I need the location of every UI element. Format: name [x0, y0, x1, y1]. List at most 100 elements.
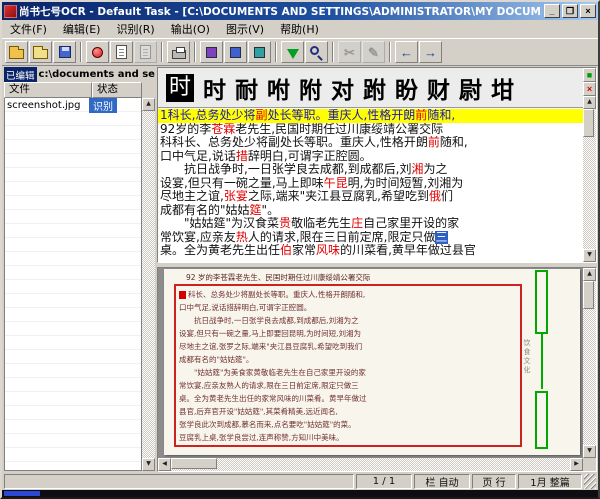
candidate-char[interactable]: 坩 [491, 71, 514, 105]
file-list-header: 文件 状态 [4, 82, 142, 98]
image-vertical-scrollbar[interactable]: ▲ ▼ [583, 268, 596, 458]
candidate-char[interactable]: 跗 [363, 71, 386, 105]
scroll-down-icon[interactable]: ▼ [142, 458, 155, 471]
scroll-up-icon[interactable]: ▲ [142, 98, 155, 111]
status-cell: 栏 自动 [414, 474, 470, 489]
ocr-line: 常饮宴,应亲友热人的请求,限在三日前定席,限定只做三 [158, 231, 583, 245]
candidate-char[interactable]: 尉 [459, 71, 482, 105]
recognize-page-button[interactable] [110, 41, 133, 63]
open-task-button[interactable] [29, 41, 52, 63]
image-hscroll-thumb[interactable] [171, 458, 217, 469]
pencil-icon: ✎ [368, 46, 379, 59]
view-image-button[interactable] [200, 41, 223, 63]
print-button[interactable] [167, 41, 190, 63]
file-scroll-track[interactable] [142, 111, 155, 458]
ocr-line: 尽地主之谊,张宴之际,端来"夹江县豆腐乳,希望吃到俄们 [158, 190, 583, 204]
folder-path: c:\documents and setti [39, 69, 155, 80]
next-page-button[interactable]: → [419, 41, 442, 63]
ocr-scroll-down-icon[interactable]: ▼ [583, 249, 596, 262]
candidate-char[interactable]: 咐 [267, 71, 290, 105]
open-image-button[interactable] [5, 41, 28, 63]
menu-item-file[interactable]: 文件(F) [2, 19, 55, 39]
toolbar-separator [80, 42, 82, 62]
candidate-char[interactable]: 财 [427, 71, 450, 105]
close-button[interactable]: × [580, 4, 596, 18]
status-cell: 1月 整篇 [518, 474, 582, 489]
ocr-scroll-track[interactable] [583, 109, 596, 249]
toolbar-separator [389, 42, 391, 62]
toolbar-separator [161, 42, 163, 62]
file-panel: 已编辑 c:\documents and setti 文件 状态 screens… [4, 67, 155, 471]
status-cell: 1 / 1 [356, 474, 412, 489]
verify-text-button [134, 41, 157, 63]
image-vscroll-track[interactable] [583, 281, 596, 445]
scan-button[interactable] [86, 41, 109, 63]
scan-text-line: 成都有名的"姑姑筵"。 [179, 353, 517, 366]
image-scroll-down-icon[interactable]: ▼ [583, 445, 596, 458]
ocr-scroll-up-icon[interactable]: ▲ [583, 96, 596, 109]
resize-grip[interactable] [584, 474, 596, 489]
column-marker-line [541, 334, 543, 389]
image-horizontal-scrollbar[interactable]: ◀ ▶ [158, 458, 583, 471]
file-status: 识别 [89, 98, 117, 113]
ocr-text-area[interactable]: 1科长,总务处少将副处长等职。重庆人,性格开朗前随和,92岁的李苍霖老先生,民国… [158, 108, 583, 262]
ocr-scroll-thumb[interactable] [583, 109, 594, 137]
menu-item-help[interactable]: 帮助(H) [272, 19, 327, 39]
app-icon [4, 5, 17, 18]
recognition-region[interactable]: 科长、总务处少将副处长等职。重庆人,性格开朗随和,口中气足,说话措辞明白,可谓字… [174, 284, 522, 447]
scan-header-line: 92 岁的李苍霖老先生、民国时期任过川康绥靖公署交际 [186, 272, 370, 283]
candidate-char[interactable]: 时 [203, 71, 226, 105]
image-pane: 92 岁的李苍霖老先生、民国时期任过川康绥靖公署交际 科长、总务处少将副处长等职… [157, 267, 597, 472]
image-scroll-left-icon[interactable]: ◀ [158, 458, 171, 471]
task-status-chip: 已编辑 [4, 67, 37, 82]
zoom-button[interactable] [305, 41, 328, 63]
title-bar[interactable]: 尚书七号OCR - Default Task - [C:\DOCUMENTS A… [2, 2, 598, 20]
candidate-char[interactable]: 对 [331, 71, 354, 105]
view-text-button[interactable] [224, 41, 247, 63]
column-header-file[interactable]: 文件 [4, 82, 92, 98]
file-row[interactable]: screenshot.jpg识别 [5, 98, 141, 112]
ocr-line: 抗日战争时,一日张学良去成都,到成都后,刘湘为之 [158, 163, 583, 177]
recognize-icon [116, 45, 127, 59]
task-path-row: 已编辑 c:\documents and setti [4, 67, 155, 82]
toolbar-separator [275, 42, 277, 62]
arrow-right-icon: → [424, 46, 437, 59]
image-hscroll-track[interactable] [171, 458, 570, 471]
menu-item-output[interactable]: 输出(O) [163, 19, 218, 39]
menu-item-edit[interactable]: 编辑(E) [55, 19, 109, 39]
arrow-left-icon: ← [400, 46, 413, 59]
ocr-line: 92岁的李苍霖老先生,民国时期任过川康绥靖公署交际 [158, 123, 583, 137]
minimize-button[interactable]: _ [544, 4, 560, 18]
view-compare-button[interactable] [248, 41, 271, 63]
column-marker-bottom[interactable] [535, 391, 548, 449]
prev-page-button[interactable]: ← [395, 41, 418, 63]
scan-text-line: 常饮宴,应亲友熟人的请求,限在三日前定席,限定只做三 [179, 379, 517, 392]
column-marker-top[interactable] [535, 270, 548, 334]
image-vscroll-thumb[interactable] [583, 281, 594, 309]
run-ocr-button[interactable] [281, 41, 304, 63]
column-header-status[interactable]: 状态 [92, 82, 142, 98]
scanned-image-view[interactable]: 92 岁的李苍霖老先生、民国时期任过川康绥靖公署交际 科长、总务处少将副处长等职… [158, 268, 583, 458]
locate-char-button[interactable]: ■ [583, 68, 596, 82]
scrollbar-corner [583, 458, 596, 471]
window-title: 尚书七号OCR - Default Task - [C:\DOCUMENTS A… [19, 4, 542, 19]
file-list[interactable]: screenshot.jpg识别 [4, 98, 142, 471]
ocr-line: 设宴,但只有一碗之量,马上即味午昆明,为时间短暂,刘湘为 [158, 177, 583, 191]
status-cell: 页 行 [472, 474, 516, 489]
scan-text-line: 抗日战争时,一日张学良去成都,到成都后,刘湘为之 [179, 314, 517, 327]
scan-text-line: 设宴,但只有一碗之量,马上即要回昆明,为时间短,刘湘为 [179, 327, 517, 340]
delete-char-button[interactable]: × [583, 82, 596, 96]
image-scroll-right-icon[interactable]: ▶ [570, 458, 583, 471]
edit-text-button: ✎ [362, 41, 385, 63]
taskbar-fragment[interactable] [4, 491, 40, 496]
menu-item-recognize[interactable]: 识别(R) [108, 19, 162, 39]
candidate-bar: 时时耐咐附对跗盼财尉坩 [158, 68, 583, 108]
file-list-scrollbar[interactable]: ▲ ▼ [142, 98, 155, 471]
maximize-button[interactable]: ❐ [562, 4, 578, 18]
image-scroll-up-icon[interactable]: ▲ [583, 268, 596, 281]
candidate-char[interactable]: 盼 [395, 71, 418, 105]
candidate-char[interactable]: 附 [299, 71, 322, 105]
candidate-char[interactable]: 耐 [235, 71, 258, 105]
save-result-button[interactable] [53, 41, 76, 63]
menu-item-view[interactable]: 图示(V) [218, 19, 272, 39]
